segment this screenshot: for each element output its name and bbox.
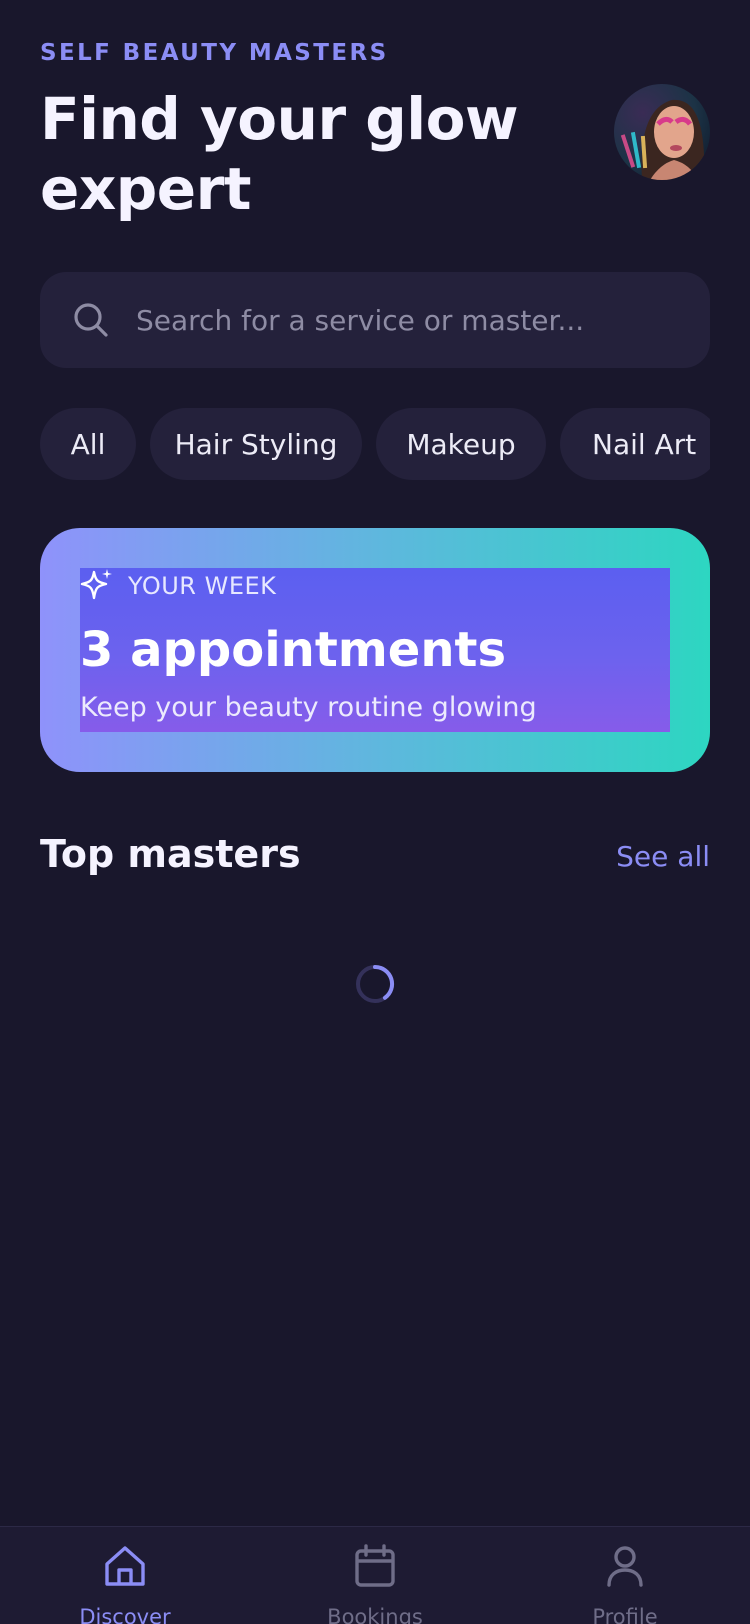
week-subtitle: Keep your beauty routine glowing: [80, 692, 537, 723]
category-chips: All Hair Styling Makeup Nail Art: [40, 408, 710, 480]
search-bar[interactable]: [40, 272, 710, 368]
tab-label-discover: Discover: [79, 1605, 171, 1624]
brand-label: SELF BEAUTY MASTERS: [40, 40, 389, 66]
home-icon: [105, 1546, 145, 1586]
chip-hair-styling[interactable]: Hair Styling: [150, 408, 362, 480]
tab-label-profile: Profile: [592, 1605, 658, 1624]
loading-spinner: [356, 964, 395, 1003]
week-summary-content: YOUR WEEK 3 appointments Keep your beaut…: [80, 568, 670, 732]
chip-nail-art[interactable]: Nail Art: [560, 408, 710, 480]
avatar-photo: [614, 84, 710, 180]
see-all-link[interactable]: See all: [616, 840, 710, 873]
bottom-tab-bar: Discover Bookings Profile: [0, 1526, 750, 1624]
search-icon: [74, 303, 108, 337]
chip-all[interactable]: All: [40, 408, 136, 480]
tab-profile[interactable]: Profile: [500, 1527, 750, 1624]
search-input[interactable]: [136, 272, 686, 368]
discover-screen: SELF BEAUTY MASTERS Find your glow exper…: [0, 0, 750, 1624]
tab-bookings[interactable]: Bookings: [250, 1527, 500, 1624]
sparkle-icon: [80, 569, 112, 600]
appointment-count: 3 appointments: [80, 622, 507, 678]
calendar-icon: [355, 1544, 395, 1587]
tab-label-bookings: Bookings: [327, 1605, 423, 1624]
tab-discover[interactable]: Discover: [0, 1527, 250, 1624]
week-summary-card[interactable]: YOUR WEEK 3 appointments Keep your beaut…: [40, 528, 710, 772]
user-icon: [607, 1546, 643, 1587]
avatar[interactable]: [614, 84, 710, 180]
section-title-top-masters: Top masters: [40, 832, 301, 876]
page-title: Find your glow expert: [40, 85, 519, 223]
chip-makeup[interactable]: Makeup: [376, 408, 546, 480]
week-label: YOUR WEEK: [128, 572, 277, 600]
